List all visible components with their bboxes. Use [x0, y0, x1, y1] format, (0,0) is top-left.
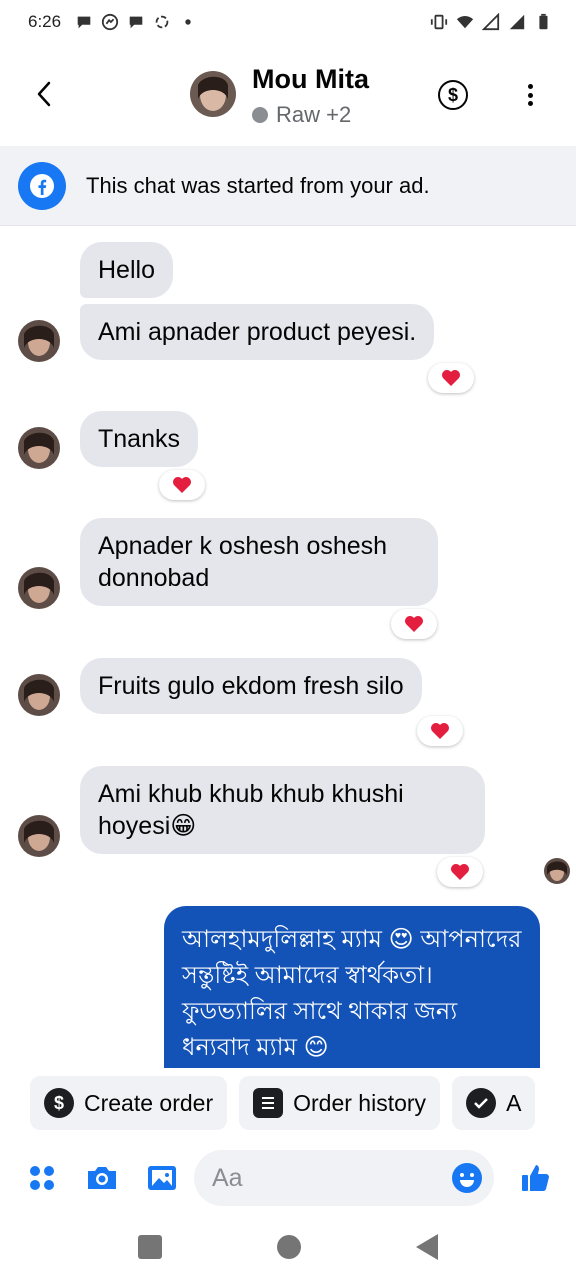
chat-bubble-icon [77, 16, 91, 29]
chip-label: Order history [293, 1089, 427, 1116]
sync-icon [155, 15, 169, 29]
system-icons [430, 13, 552, 31]
message-bubble[interactable]: Fruits gulo ekdom fresh silo [80, 658, 422, 714]
wifi-icon [456, 16, 474, 29]
chip-label: A [506, 1089, 522, 1116]
system-navigation-bar [0, 1214, 576, 1280]
order-history-button[interactable]: Order history [239, 1076, 441, 1130]
gallery-button[interactable] [144, 1160, 180, 1196]
contact-subtitle: Raw +2 [252, 102, 351, 128]
message-input[interactable] [212, 1163, 432, 1193]
back-nav-button[interactable] [416, 1234, 439, 1260]
sender-avatar[interactable] [18, 320, 60, 362]
payment-button[interactable]: $ [438, 80, 468, 110]
back-button[interactable] [28, 78, 60, 110]
check-icon [466, 1088, 497, 1118]
emoji-button[interactable] [452, 1163, 482, 1193]
create-order-button[interactable]: $ Create order [30, 1076, 228, 1130]
camera-icon [88, 1167, 116, 1189]
quick-actions-bar: $ Create order Order history A [0, 1068, 576, 1138]
signal-icon [482, 13, 500, 31]
notification-icons [75, 13, 197, 31]
more-dot [527, 92, 533, 98]
home-button[interactable] [276, 1235, 301, 1259]
recent-apps-button[interactable] [137, 1235, 162, 1259]
message-bubble[interactable]: Ami khub khub khub khushi hoyesi😁 [80, 766, 485, 854]
heart-icon [451, 864, 469, 880]
thumbs-up-icon [522, 1165, 549, 1191]
heart-icon [431, 723, 449, 739]
heart-reaction[interactable] [391, 609, 437, 639]
message-bubble[interactable]: Tnanks [80, 411, 198, 467]
chat-bubble-icon [129, 16, 143, 29]
facebook-icon [18, 161, 66, 210]
quick-action-button[interactable]: A [452, 1076, 536, 1130]
vibrate-icon [430, 14, 448, 30]
seen-receipt-avatar [544, 858, 570, 884]
more-dot [527, 101, 533, 106]
status-bar: 6:26 [0, 0, 576, 44]
dot-icon [185, 19, 191, 25]
heart-reaction[interactable] [437, 857, 483, 887]
message-composer [0, 1142, 576, 1214]
heart-reaction[interactable] [428, 363, 474, 393]
message-bubble[interactable]: Hello [80, 242, 173, 298]
contact-avatar[interactable] [190, 71, 236, 117]
signal-icon [509, 14, 525, 30]
dollar-icon: $ [447, 84, 458, 105]
status-time: 6:26 [28, 12, 62, 31]
battery-icon [539, 13, 548, 30]
menu-button[interactable] [24, 1160, 60, 1196]
outgoing-message-bubble[interactable]: আলহামদুলিল্লাহ ম্যাম 😍 আপনাদের সন্তুষ্টি… [164, 906, 540, 1068]
dollar-icon: $ [44, 1088, 74, 1118]
contact-name[interactable]: Mou Mita [252, 64, 369, 95]
avatar-image [190, 71, 236, 117]
chat-header: Mou Mita Raw +2 $ [0, 44, 576, 146]
list-icon [253, 1088, 284, 1118]
heart-reaction[interactable] [159, 470, 205, 500]
sender-avatar[interactable] [18, 427, 60, 469]
heart-reaction[interactable] [417, 716, 463, 746]
chip-label: Create order [84, 1089, 214, 1116]
like-button[interactable] [518, 1160, 554, 1196]
subtitle-text: Raw +2 [276, 102, 352, 127]
heart-icon [442, 370, 460, 386]
message-bubble[interactable]: Apnader k oshesh oshesh donnobad [80, 518, 438, 606]
camera-button[interactable] [84, 1160, 120, 1196]
message-bubble[interactable]: Ami apnader product peyesi. [80, 304, 435, 360]
ad-banner-text: This chat was started from your ad. [86, 172, 430, 198]
messenger-icon [101, 13, 119, 31]
sender-avatar[interactable] [18, 567, 60, 609]
four-dots-icon [30, 1166, 54, 1190]
sender-avatar[interactable] [18, 815, 60, 857]
message-input-container[interactable] [194, 1150, 494, 1206]
image-icon [148, 1166, 176, 1190]
chevron-left-icon [37, 81, 51, 107]
more-options-button[interactable] [518, 80, 542, 110]
ad-origin-banner: This chat was started from your ad. [0, 146, 576, 226]
presence-dot [252, 107, 268, 123]
heart-icon [173, 477, 191, 493]
smiley-icon [453, 1164, 481, 1192]
more-dot [527, 84, 533, 89]
heart-icon [405, 616, 423, 632]
sender-avatar[interactable] [18, 674, 60, 716]
